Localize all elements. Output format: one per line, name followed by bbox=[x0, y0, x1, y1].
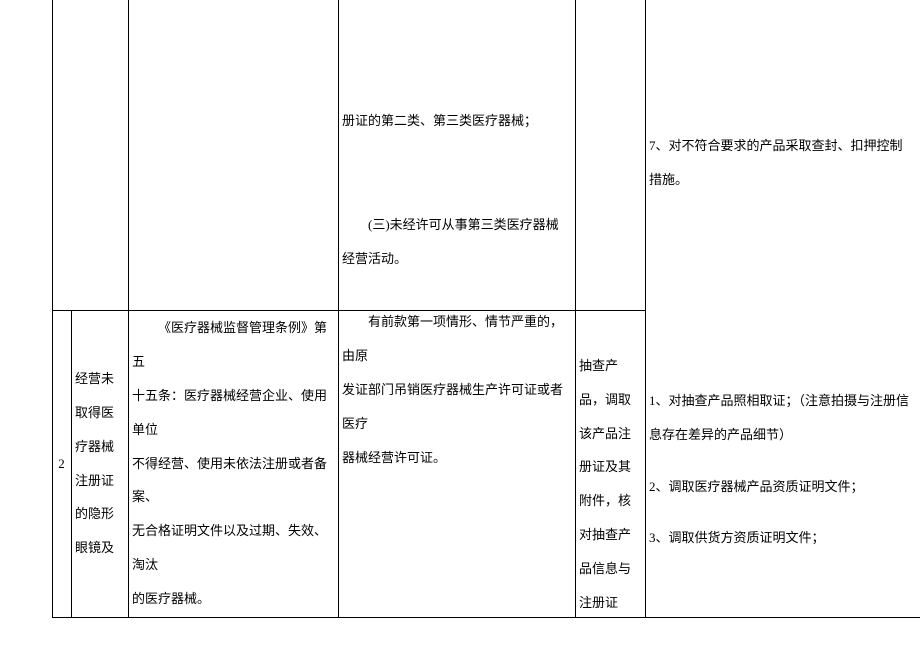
row2-col5-inspection: 抽查产品，调取该产品注册证及其附件，核对抽查产品信息与注册证 bbox=[575, 310, 645, 617]
hline-bottom bbox=[52, 617, 920, 618]
col4-text-3b: 发证部门吊销医疗器械生产许可证或者医疗 bbox=[342, 373, 571, 441]
row2-col6-item2: 2、调取医疗器械产品资质证明文件； bbox=[649, 470, 911, 504]
row2-col3-legal-basis: 《医疗器械监督管理条例》第五 十五条：医疗器械经营企业、使用单位 不得经营、使用… bbox=[128, 310, 338, 617]
row2-col3-line2: 十五条：医疗器械经营企业、使用单位 bbox=[132, 379, 334, 447]
row2-col6-item1: 1、对抽查产品照相取证；（注意拍摄与注册信息存在差异的产品细节） bbox=[649, 384, 911, 452]
row2-col3-line3: 不得经营、使用未依法注册或者备案、 bbox=[132, 447, 334, 515]
col4-text-2: (三)未经许可从事第三类医疗器械经营活动。 bbox=[342, 208, 571, 276]
col4-text-1: 册证的第二类、第三类医疗器械； bbox=[342, 104, 571, 138]
col4-text-3a: 有前款第一项情形、情节严重的，由原 bbox=[342, 305, 571, 373]
row2-col6-evidence: 1、对抽查产品照相取证；（注意拍摄与注册信息存在差异的产品细节） 2、调取医疗器… bbox=[645, 310, 915, 617]
regulation-table: 册证的第二类、第三类医疗器械； (三)未经许可从事第三类医疗器械经营活动。 有前… bbox=[0, 0, 920, 651]
row1-col6-measures: 7、对不符合要求的产品采取查封、扣押控制措施。 bbox=[645, 0, 915, 310]
row2-col1-number: 2 bbox=[52, 310, 71, 617]
row2-col6-item3: 3、调取供货方资质证明文件； bbox=[649, 521, 911, 555]
row2-col3-line1: 《医疗器械监督管理条例》第五 bbox=[132, 311, 334, 379]
col4-legal-provisions: 册证的第二类、第三类医疗器械； (三)未经许可从事第三类医疗器械经营活动。 有前… bbox=[338, 0, 575, 617]
row1-col6-item7: 7、对不符合要求的产品采取查封、扣押控制措施。 bbox=[649, 129, 911, 197]
row2-col3-line5: 的医疗器械。 bbox=[132, 582, 334, 616]
col4-text-3c: 器械经营许可证。 bbox=[342, 441, 571, 475]
row2-col2-violation-name: 经营未取得医疗器械注册证的隐形眼镜及 bbox=[71, 310, 128, 617]
row2-col3-line4: 无合格证明文件以及过期、失效、淘汰 bbox=[132, 514, 334, 582]
